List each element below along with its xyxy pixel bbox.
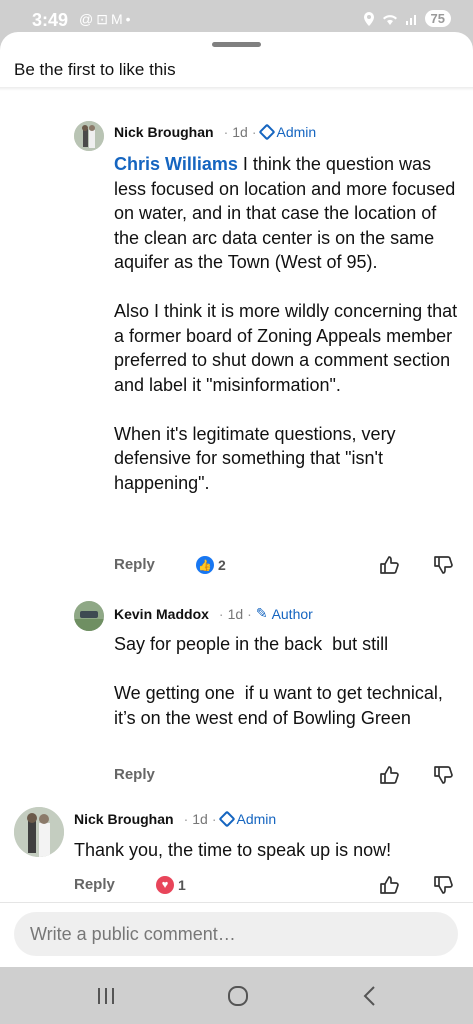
comment-actions: Reply: [114, 764, 473, 788]
upvote-icon[interactable]: [378, 554, 400, 576]
love-reaction-icon: ♥: [156, 876, 174, 894]
comment-time: · 1d ·: [218, 605, 252, 622]
comment-composer[interactable]: [14, 912, 458, 956]
comment-input[interactable]: [14, 912, 458, 956]
reaction-count[interactable]: 👍 2: [196, 556, 226, 574]
sheet-drag-handle[interactable]: [212, 42, 261, 47]
downvote-icon[interactable]: [432, 764, 454, 786]
notification-icons: @⊡M•: [79, 11, 134, 28]
comment-time: · 1d ·: [223, 124, 257, 140]
gmail-icon: M: [110, 11, 126, 27]
comment-body: Thank you, the time to speak up is now!: [74, 840, 392, 860]
recent-apps-icon: [98, 988, 114, 1004]
comment-body: Say for people in the back but still We …: [114, 634, 443, 728]
pencil-icon: ✎: [255, 605, 268, 621]
reply-button[interactable]: Reply: [114, 766, 155, 783]
avatar[interactable]: [74, 601, 104, 631]
wifi-icon: [382, 14, 397, 25]
admin-diamond-icon: [258, 123, 275, 141]
back-icon: [363, 986, 375, 1006]
admin-diamond-icon: [218, 810, 235, 828]
comments-sheet: Be the first to like this Nick Broughan …: [0, 32, 473, 967]
header-divider: [0, 87, 473, 91]
admin-badge[interactable]: Admin: [258, 123, 316, 141]
back-button[interactable]: [350, 981, 390, 1011]
battery-indicator: 75: [424, 10, 451, 27]
author-badge[interactable]: ✎ Author: [256, 605, 313, 622]
comment-actions: Reply ♥ 1: [74, 874, 473, 898]
likes-summary: Be the first to like this: [14, 60, 176, 79]
author-name[interactable]: Nick Broughan: [114, 124, 214, 140]
comment-body: Chris Williams I think the question was …: [114, 154, 458, 493]
screenshot-icon: ⊡: [96, 11, 111, 27]
upvote-icon[interactable]: [378, 874, 400, 896]
composer-divider: [0, 902, 473, 903]
location-icon: [363, 11, 374, 26]
avatar[interactable]: [14, 807, 64, 857]
downvote-icon[interactable]: [432, 874, 454, 896]
reply-button[interactable]: Reply: [74, 876, 115, 893]
comment-actions: Reply 👍 2: [114, 554, 473, 578]
admin-badge[interactable]: Admin: [218, 810, 276, 828]
reaction-count[interactable]: ♥ 1: [156, 876, 186, 894]
avatar[interactable]: [74, 121, 104, 151]
status-right: 75: [363, 10, 451, 27]
recent-apps-button[interactable]: [86, 981, 126, 1011]
at-sign-icon: @: [79, 11, 97, 27]
reply-button[interactable]: Reply: [114, 556, 155, 573]
comment-time: · 1d ·: [183, 811, 217, 827]
system-nav-bar: [0, 967, 473, 1024]
signal-icon: [405, 14, 416, 25]
author-name[interactable]: Nick Broughan: [74, 811, 174, 827]
dot-icon: •: [125, 11, 134, 27]
mention-link[interactable]: Chris Williams: [114, 154, 238, 174]
downvote-icon[interactable]: [432, 554, 454, 576]
upvote-icon[interactable]: [378, 764, 400, 786]
home-button[interactable]: [218, 981, 258, 1011]
author-name[interactable]: Kevin Maddox: [114, 606, 209, 622]
home-icon: [228, 986, 248, 1006]
status-time: 3:49: [32, 10, 69, 30]
like-reaction-icon: 👍: [196, 556, 214, 574]
